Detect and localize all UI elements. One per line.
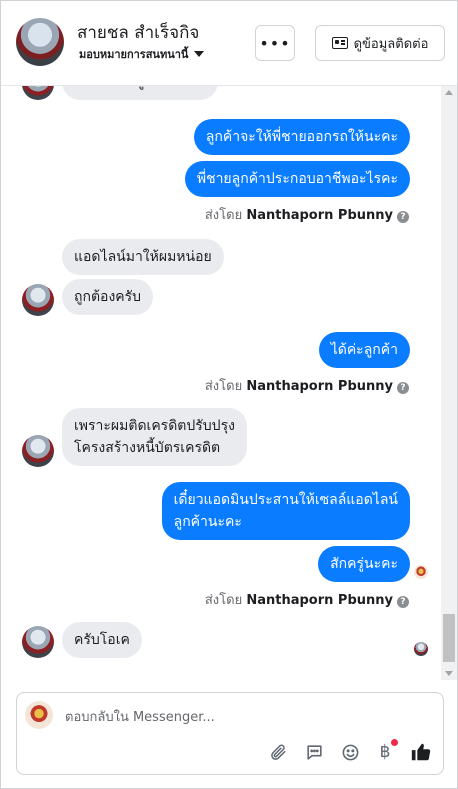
reply-composer: ฿	[16, 692, 444, 775]
sent-by-prefix: ส่งโดย	[204, 208, 243, 223]
notification-dot	[391, 739, 398, 746]
incoming-message[interactable]: หอดผมมาดูคายขอดด	[62, 86, 218, 100]
outgoing-message[interactable]: ลูกค้าจะให้พี่ชายออกรถให้นะคะ	[193, 119, 410, 155]
contact-card-icon	[331, 37, 348, 49]
help-icon[interactable]: ?	[397, 211, 409, 223]
assign-conversation-dropdown[interactable]: มอบหมายการสนทนานี้	[79, 45, 205, 63]
assign-conversation-label: มอบหมายการสนทนานี้	[79, 48, 189, 61]
sender-avatar	[22, 435, 54, 467]
contact-name[interactable]: สายชล สำเร็จกิจ	[77, 19, 199, 46]
paperclip-icon[interactable]	[267, 741, 289, 763]
baht-icon[interactable]: ฿	[374, 739, 398, 763]
view-contact-button[interactable]: ดูข้อมูลติดต่อ	[315, 25, 445, 61]
incoming-message[interactable]: ถูกต้องครับ	[62, 279, 154, 315]
thread-scrollbar[interactable]	[441, 86, 457, 680]
conversation-header: สายชล สำเร็จกิจ มอบหมายการสนทนานี้ ••• ด…	[1, 1, 457, 86]
outgoing-message[interactable]: สักครู่นะคะ	[318, 546, 410, 582]
page-avatar	[25, 701, 53, 729]
sender-avatar	[22, 626, 54, 658]
help-icon[interactable]: ?	[397, 382, 409, 394]
sender-avatar	[22, 86, 54, 100]
sender-avatar	[22, 284, 54, 316]
sent-by-name: Nanthaporn Pbunny	[246, 379, 393, 394]
sent-by-prefix: ส่งโดย	[204, 379, 243, 394]
message-line: เดี๋ยวแอดมินประสานให้เซลล์แอดไลน์	[173, 492, 398, 508]
incoming-message[interactable]: แอดไลน์มาให้ผมหน่อย	[62, 239, 224, 275]
scroll-down-arrow-icon[interactable]	[445, 671, 453, 676]
message-thread[interactable]: หอดผมมาดูคายขอดด ลูกค้าจะให้พี่ชายออกรถใ…	[1, 86, 441, 680]
sent-by-name: Nanthaporn Pbunny	[246, 593, 393, 608]
outgoing-message[interactable]: เดี๋ยวแอดมินประสานให้เซลล์แอดไลน์ ลูกค้า…	[161, 482, 410, 540]
sent-by-label: ส่งโดย Nanthaporn Pbunny?	[205, 375, 409, 396]
sent-by-label: ส่งโดย Nanthaporn Pbunny?	[205, 204, 409, 225]
contact-avatar[interactable]	[16, 18, 64, 66]
view-contact-label: ดูข้อมูลติดต่อ	[353, 36, 429, 52]
sent-by-label: ส่งโดย Nanthaporn Pbunny?	[205, 589, 409, 610]
sent-by-prefix: ส่งโดย	[204, 593, 243, 608]
reply-input[interactable]	[65, 707, 425, 727]
scroll-up-arrow-icon[interactable]	[445, 90, 453, 95]
baht-symbol: ฿	[379, 742, 391, 762]
message-line: โครงสร้างหนี้บัตรเครดิต	[74, 440, 221, 456]
smiley-icon[interactable]	[339, 741, 361, 763]
incoming-message[interactable]: ครับโอเค	[62, 622, 142, 658]
seen-avatar-icon	[414, 565, 428, 579]
thumbs-up-icon[interactable]	[410, 741, 432, 763]
outgoing-message[interactable]: ได้ค่ะลูกค้า	[318, 332, 410, 368]
seen-avatar-icon	[414, 642, 428, 656]
scroll-thumb[interactable]	[443, 614, 455, 662]
more-options-button[interactable]: •••	[255, 25, 295, 61]
help-icon[interactable]: ?	[397, 596, 409, 608]
chat-bubble-icon[interactable]	[303, 741, 325, 763]
messenger-panel: สายชล สำเร็จกิจ มอบหมายการสนทนานี้ ••• ด…	[0, 0, 458, 789]
outgoing-message[interactable]: พี่ชายลูกค้าประกอบอาชีพอะไรคะ	[184, 161, 410, 197]
message-line: เพราะผมติดเครดิตปรับปรุง	[74, 418, 235, 434]
sent-by-name: Nanthaporn Pbunny	[246, 208, 393, 223]
incoming-message[interactable]: เพราะผมติดเครดิตปรับปรุง โครงสร้างหนี้บั…	[62, 408, 247, 466]
message-line: ลูกค้านะคะ	[173, 514, 242, 530]
caret-down-icon	[194, 51, 205, 57]
